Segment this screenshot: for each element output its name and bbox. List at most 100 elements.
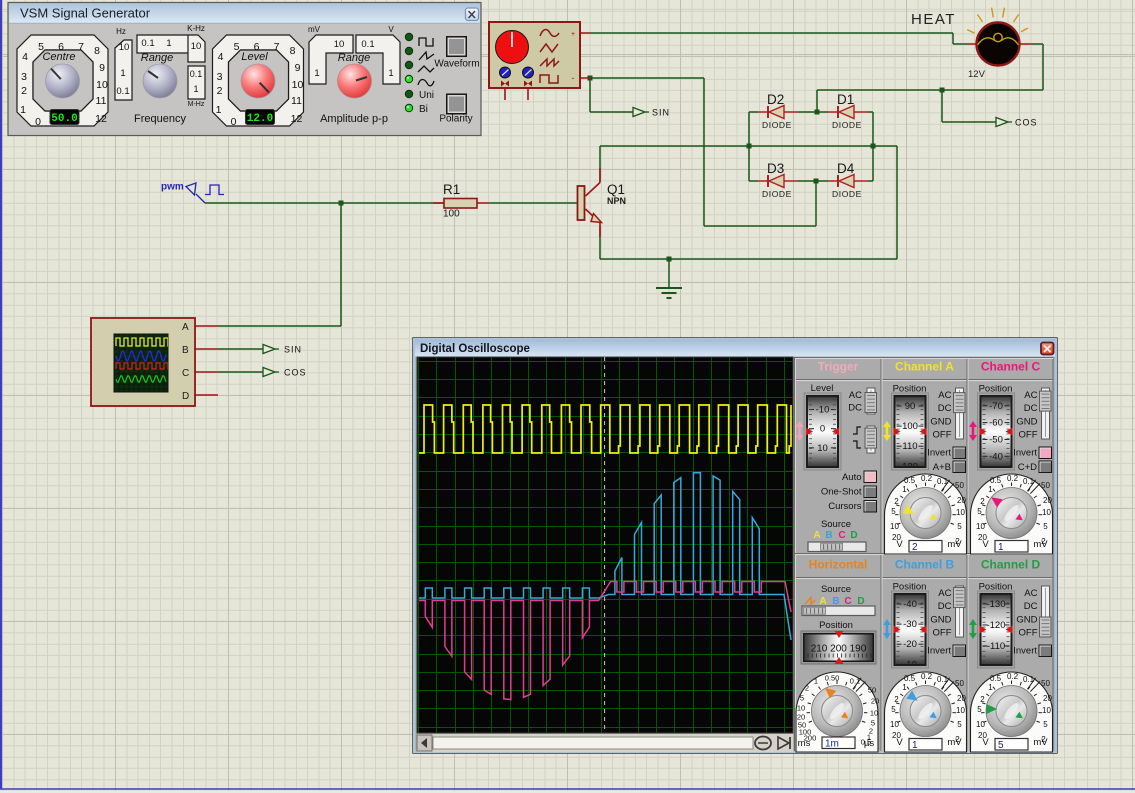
svg-text:Channel B: Channel B	[895, 558, 955, 572]
svg-text:-50: -50	[989, 434, 1003, 445]
svg-text:0.1: 0.1	[361, 39, 374, 50]
svg-text:2: 2	[980, 695, 985, 704]
svg-text:Channel C: Channel C	[981, 360, 1041, 374]
svg-text:Range: Range	[141, 52, 173, 64]
svg-text:Level: Level	[241, 51, 268, 63]
svg-text:AC: AC	[1024, 390, 1037, 401]
svg-text:C: C	[844, 596, 851, 607]
svg-text:2: 2	[894, 695, 899, 704]
svg-text:-30: -30	[903, 619, 917, 630]
svg-text:10: 10	[956, 706, 965, 715]
svg-text:0.1: 0.1	[850, 677, 860, 686]
svg-text:0.5: 0.5	[904, 476, 916, 485]
svg-text:1: 1	[20, 104, 26, 116]
svg-text:Channel A: Channel A	[895, 360, 954, 374]
svg-text:AC: AC	[1024, 588, 1037, 599]
svg-text:D1: D1	[837, 92, 854, 107]
svg-text:A+B: A+B	[933, 462, 951, 473]
svg-text:GND: GND	[930, 614, 951, 625]
svg-text:10: 10	[191, 41, 202, 52]
svg-text:10: 10	[1042, 508, 1051, 517]
svg-text:1: 1	[193, 84, 198, 94]
svg-text:Channel D: Channel D	[981, 558, 1041, 572]
svg-text:0.1: 0.1	[1023, 477, 1035, 486]
svg-text:One-Shot: One-Shot	[821, 487, 862, 498]
svg-text:-60: -60	[989, 418, 1003, 429]
svg-text:50: 50	[868, 686, 876, 695]
svg-text:-70: -70	[989, 401, 1003, 412]
svg-text:11: 11	[96, 95, 107, 107]
svg-text:Range: Range	[338, 52, 370, 64]
svg-text:10: 10	[976, 720, 985, 729]
svg-text:µs: µs	[864, 738, 874, 749]
svg-text:50.0: 50.0	[51, 113, 77, 125]
svg-text:5: 5	[891, 507, 896, 516]
svg-text:10: 10	[817, 443, 828, 454]
svg-text:10: 10	[292, 79, 304, 91]
svg-text:12V: 12V	[968, 69, 986, 80]
svg-text:DIODE: DIODE	[762, 189, 792, 199]
svg-text:0.1: 0.1	[937, 477, 949, 486]
svg-text:Amplitude p-p: Amplitude p-p	[320, 113, 388, 125]
svg-text:D: D	[857, 596, 864, 607]
svg-text:mV: mV	[1033, 539, 1048, 550]
svg-text:0.1: 0.1	[141, 38, 154, 49]
svg-text:A: A	[182, 322, 189, 333]
svg-text:DIODE: DIODE	[762, 120, 792, 130]
svg-text:DIODE: DIODE	[832, 189, 862, 199]
svg-text:C+D: C+D	[1018, 462, 1037, 473]
svg-text:10: 10	[870, 709, 878, 718]
svg-text:OFF: OFF	[933, 430, 952, 441]
svg-text:0.1: 0.1	[1023, 675, 1035, 684]
svg-text:12: 12	[291, 113, 303, 125]
svg-text:2: 2	[217, 85, 223, 97]
svg-text:5: 5	[998, 740, 1004, 751]
svg-text:100: 100	[443, 209, 460, 220]
svg-text:GND: GND	[1016, 614, 1037, 625]
svg-text:1: 1	[388, 68, 393, 79]
svg-text:Trigger: Trigger	[818, 360, 859, 374]
svg-text:0.5: 0.5	[990, 674, 1002, 683]
svg-text:0.2: 0.2	[921, 474, 933, 483]
svg-text:0.2: 0.2	[1007, 474, 1019, 483]
svg-text:10: 10	[956, 508, 965, 517]
svg-text:C: C	[838, 530, 845, 541]
svg-text:COS: COS	[284, 368, 307, 378]
svg-text:3: 3	[21, 71, 27, 83]
svg-text:Invert: Invert	[927, 448, 951, 459]
svg-text:8: 8	[94, 45, 100, 57]
svg-text:DC: DC	[1024, 601, 1038, 612]
svg-text:12.0: 12.0	[247, 113, 273, 125]
svg-text:Polarity: Polarity	[439, 114, 472, 125]
svg-text:1: 1	[216, 104, 222, 116]
svg-text:A: A	[813, 530, 820, 541]
svg-text:5: 5	[1043, 522, 1048, 531]
svg-text:AC: AC	[938, 390, 951, 401]
svg-text:11: 11	[291, 95, 302, 107]
svg-text:V: V	[896, 737, 903, 748]
svg-text:20: 20	[1043, 694, 1052, 703]
svg-text:mV: mV	[947, 539, 962, 550]
svg-text:Source: Source	[821, 584, 851, 595]
svg-text:1: 1	[988, 485, 993, 494]
svg-text:Source: Source	[821, 519, 851, 530]
svg-text:OFF: OFF	[1019, 628, 1038, 639]
svg-text:Hz: Hz	[116, 27, 126, 36]
svg-text:1: 1	[988, 683, 993, 692]
svg-text:50: 50	[1041, 679, 1050, 688]
svg-text:DIODE: DIODE	[832, 120, 862, 130]
svg-text:1: 1	[998, 542, 1004, 553]
svg-text:0.1: 0.1	[190, 69, 203, 79]
svg-text:2: 2	[980, 497, 985, 506]
svg-text:90: 90	[905, 401, 916, 412]
svg-text:Uni: Uni	[419, 90, 434, 101]
svg-text:NPN: NPN	[607, 196, 626, 206]
svg-text:mV: mV	[947, 737, 962, 748]
svg-text:5: 5	[977, 705, 982, 714]
svg-text:4: 4	[22, 51, 28, 63]
svg-text:-130: -130	[986, 599, 1005, 610]
svg-text:8: 8	[290, 45, 296, 57]
svg-text:Auto: Auto	[842, 472, 862, 483]
svg-text:0: 0	[35, 116, 41, 128]
svg-text:3: 3	[217, 71, 223, 83]
